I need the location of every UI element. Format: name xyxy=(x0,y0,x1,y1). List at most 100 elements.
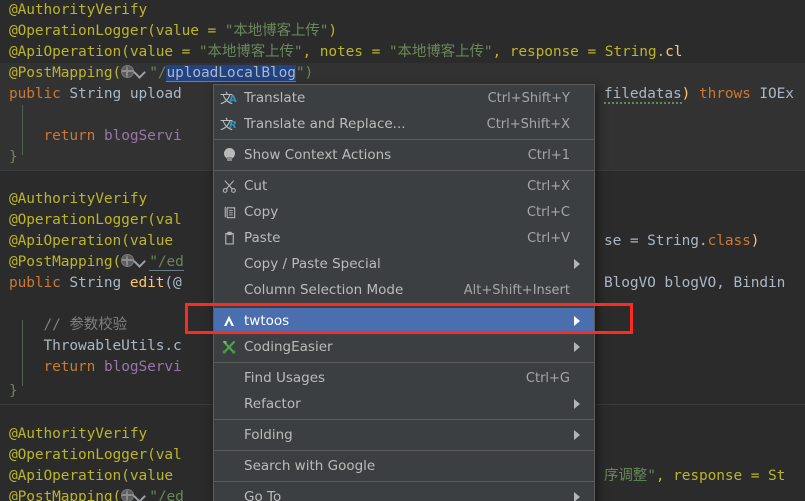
code-token: @AuthorityVerify xyxy=(9,191,148,207)
ide-editor-screen: @AuthorityVerify @OperationLogger(value … xyxy=(0,0,805,501)
tools-icon xyxy=(214,334,244,360)
no-icon xyxy=(214,365,244,391)
code-line: @PostMapping("/uploadLocalBlog") xyxy=(9,63,313,84)
translate-replace-icon: 文R xyxy=(220,118,237,133)
menu-item-copy[interactable]: Copy Ctrl+C xyxy=(214,199,594,225)
menu-item-translate-and-replace[interactable]: 文R Translate and Replace... Ctrl+Shift+X xyxy=(214,111,594,137)
code-line: @OperationLogger(val xyxy=(9,210,182,231)
code-line: @ApiOperation(value xyxy=(9,231,173,252)
menu-item-label: Column Selection Mode xyxy=(244,282,404,298)
menu-item-shortcut: Ctrl+X xyxy=(527,178,570,194)
menu-item-refactor[interactable]: Refactor xyxy=(214,391,594,417)
menu-separator xyxy=(214,481,594,482)
menu-item-search-with-google[interactable]: Search with Google xyxy=(214,453,594,479)
code-token: @ApiOperation(value xyxy=(9,233,173,249)
web-endpoint-globe-icon[interactable] xyxy=(121,254,149,268)
menu-item-label: Translate xyxy=(244,90,306,106)
code-token: } xyxy=(9,383,18,399)
editor-context-menu[interactable]: 文A Translate Ctrl+Shift+Y 文R Translate a… xyxy=(213,84,595,501)
menu-item-go-to[interactable]: Go To xyxy=(214,484,594,501)
code-token: @OperationLogger(val xyxy=(9,447,182,463)
no-icon xyxy=(214,277,244,303)
code-token: String upload xyxy=(60,86,182,102)
menu-item-label: Search with Google xyxy=(244,458,376,474)
code-token: String xyxy=(60,275,130,291)
selected-text[interactable]: uploadLocalBlog xyxy=(166,65,296,82)
menu-item-twtoos[interactable]: twtoos xyxy=(214,308,594,334)
code-token: ) xyxy=(328,23,338,39)
code-token: public xyxy=(9,275,61,291)
chevron-right-icon xyxy=(570,259,584,269)
menu-item-shortcut: Ctrl+Shift+X xyxy=(486,116,570,132)
menu-item-copy-paste-special[interactable]: Copy / Paste Special xyxy=(214,251,594,277)
menu-item-label: Translate and Replace... xyxy=(244,116,406,132)
menu-separator xyxy=(214,419,594,420)
code-line: @ApiOperation(value = "本地博客上传", notes = … xyxy=(9,42,682,63)
menu-item-cut[interactable]: Cut Ctrl+X xyxy=(214,173,594,199)
web-endpoint-globe-icon[interactable] xyxy=(121,65,149,79)
code-token: 序调整" xyxy=(604,468,656,484)
code-token: "本地博客上传" xyxy=(198,44,303,60)
code-line: @AuthorityVerify xyxy=(9,189,147,210)
menu-separator xyxy=(214,305,594,306)
copy-icon xyxy=(214,199,244,225)
lightbulb-icon xyxy=(214,142,244,168)
code-token: "本地博客上传" xyxy=(388,44,493,60)
chevron-right-icon xyxy=(570,316,584,326)
code-token: blogServi xyxy=(95,359,182,375)
code-token: @OperationLogger(value = xyxy=(9,23,225,39)
code-line: ThrowableUtils.c xyxy=(9,336,182,357)
code-token: @ApiOperation(value = xyxy=(9,44,199,60)
code-token: throws xyxy=(698,86,751,102)
menu-item-folding[interactable]: Folding xyxy=(214,422,594,448)
code-line: } xyxy=(9,381,18,402)
menu-item-show-context-actions[interactable]: Show Context Actions Ctrl+1 xyxy=(214,142,594,168)
code-token: BlogVO blogVO, Bindin xyxy=(604,275,786,291)
menu-item-codingeasier[interactable]: CodingEasier xyxy=(214,334,594,360)
menu-item-translate[interactable]: 文A Translate Ctrl+Shift+Y xyxy=(214,85,594,111)
code-token: public xyxy=(9,86,61,102)
code-token: @PostMapping( xyxy=(9,489,122,501)
code-token: "/ed xyxy=(149,489,184,501)
menu-separator xyxy=(214,362,594,363)
code-token: class xyxy=(707,233,751,249)
code-token: IOEx xyxy=(750,86,794,102)
code-line-right: BlogVO blogVO, Bindin xyxy=(604,273,785,294)
code-line: @AuthorityVerify xyxy=(9,0,147,21)
chevron-right-icon xyxy=(570,430,584,440)
code-token: cl xyxy=(665,44,683,60)
code-line: // 参数校验 xyxy=(9,315,128,336)
code-token: , response = String. xyxy=(492,44,666,60)
menu-item-column-selection-mode[interactable]: Column Selection Mode Alt+Shift+Insert xyxy=(214,277,594,303)
code-line: @PostMapping( "/ed xyxy=(9,487,184,501)
code-line: public String edit(@ xyxy=(9,273,182,294)
chevron-right-icon xyxy=(570,399,584,409)
code-token: ) xyxy=(681,86,699,102)
no-icon xyxy=(214,484,244,501)
menu-item-paste[interactable]: Paste Ctrl+V xyxy=(214,225,594,251)
code-token: @AuthorityVerify xyxy=(9,2,148,18)
menu-item-find-usages[interactable]: Find Usages Ctrl+G xyxy=(214,365,594,391)
code-token: // 参数校验 xyxy=(9,317,128,333)
chevron-right-icon xyxy=(570,492,584,501)
code-line-right: se = String.class) xyxy=(604,231,759,252)
code-token: filedatas xyxy=(604,86,682,104)
code-line: @AuthorityVerify xyxy=(9,424,147,445)
code-token: return xyxy=(9,359,96,375)
code-token: @AuthorityVerify xyxy=(9,426,148,442)
scissors-icon xyxy=(214,173,244,199)
code-line: return blogServi xyxy=(9,126,182,147)
no-icon xyxy=(214,453,244,479)
code-token: se = String. xyxy=(604,233,708,249)
menu-separator xyxy=(214,450,594,451)
menu-item-label: Cut xyxy=(244,178,268,194)
no-icon xyxy=(214,422,244,448)
menu-separator xyxy=(214,139,594,140)
menu-item-shortcut: Ctrl+V xyxy=(527,230,570,246)
code-token: ") xyxy=(295,65,314,81)
menu-separator xyxy=(214,170,594,171)
menu-item-label: CodingEasier xyxy=(244,339,333,355)
code-token: , response = St xyxy=(655,468,786,484)
code-token: "/ed xyxy=(149,254,184,271)
web-endpoint-globe-icon[interactable] xyxy=(121,489,149,501)
